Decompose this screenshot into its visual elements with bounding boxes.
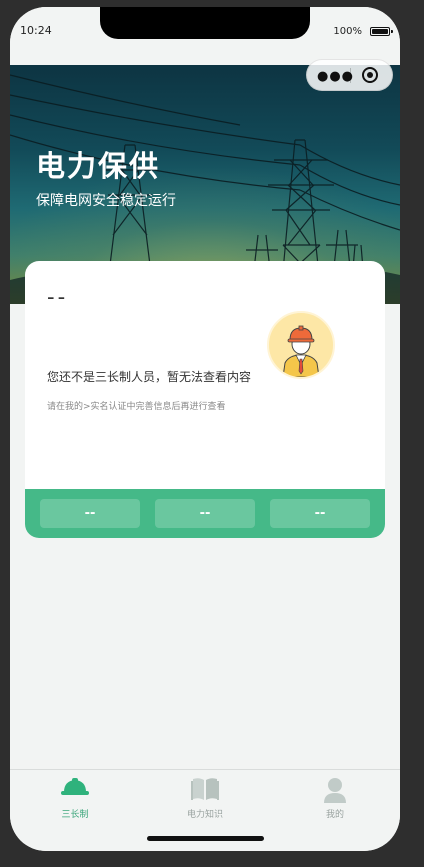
phone-screen: 电力保供 保障电网安全稳定运行 10:24 100% ●●● -- 您还不是三长… <box>10 7 400 851</box>
user-info-card: -- 您还不是三长制人员，暂无法查看内容 请在我的>实名认证中完善信息后再进行查… <box>25 261 385 538</box>
stat-value-1[interactable]: -- <box>40 499 140 528</box>
worker-avatar-icon <box>267 311 335 379</box>
tab-power-knowledge[interactable]: 电力知识 <box>140 770 270 830</box>
stat-value-3[interactable]: -- <box>270 499 370 528</box>
user-name: -- <box>47 285 69 309</box>
battery-icon <box>370 27 393 36</box>
tab-label: 我的 <box>325 810 344 820</box>
hero-title: 电力保供 <box>36 149 161 183</box>
hero-subtitle: 保障电网安全稳定运行 <box>36 193 176 209</box>
stats-bar: -- -- -- <box>25 489 385 538</box>
hard-hat-icon <box>61 778 89 795</box>
miniprogram-capsule: ●●● <box>306 59 393 91</box>
more-menu-icon[interactable]: ●●● <box>317 69 354 84</box>
tab-three-chiefs[interactable]: 三长制 <box>10 770 140 830</box>
status-time: 10:24 <box>20 24 52 37</box>
battery-percent: 100% <box>333 26 362 37</box>
tab-label: 三长制 <box>61 810 89 820</box>
not-member-message: 您还不是三长制人员，暂无法查看内容 <box>47 370 252 384</box>
tab-mine[interactable]: 我的 <box>270 770 400 830</box>
tab-label: 电力知识 <box>186 810 223 820</box>
stat-value-2[interactable]: -- <box>155 499 255 528</box>
close-miniprogram-icon[interactable] <box>362 67 378 83</box>
user-icon <box>324 778 346 803</box>
book-icon <box>191 778 219 800</box>
home-indicator <box>147 836 264 841</box>
verification-hint: 请在我的>实名认证中完善信息后再进行查看 <box>47 402 226 412</box>
camera-notch <box>100 7 310 39</box>
